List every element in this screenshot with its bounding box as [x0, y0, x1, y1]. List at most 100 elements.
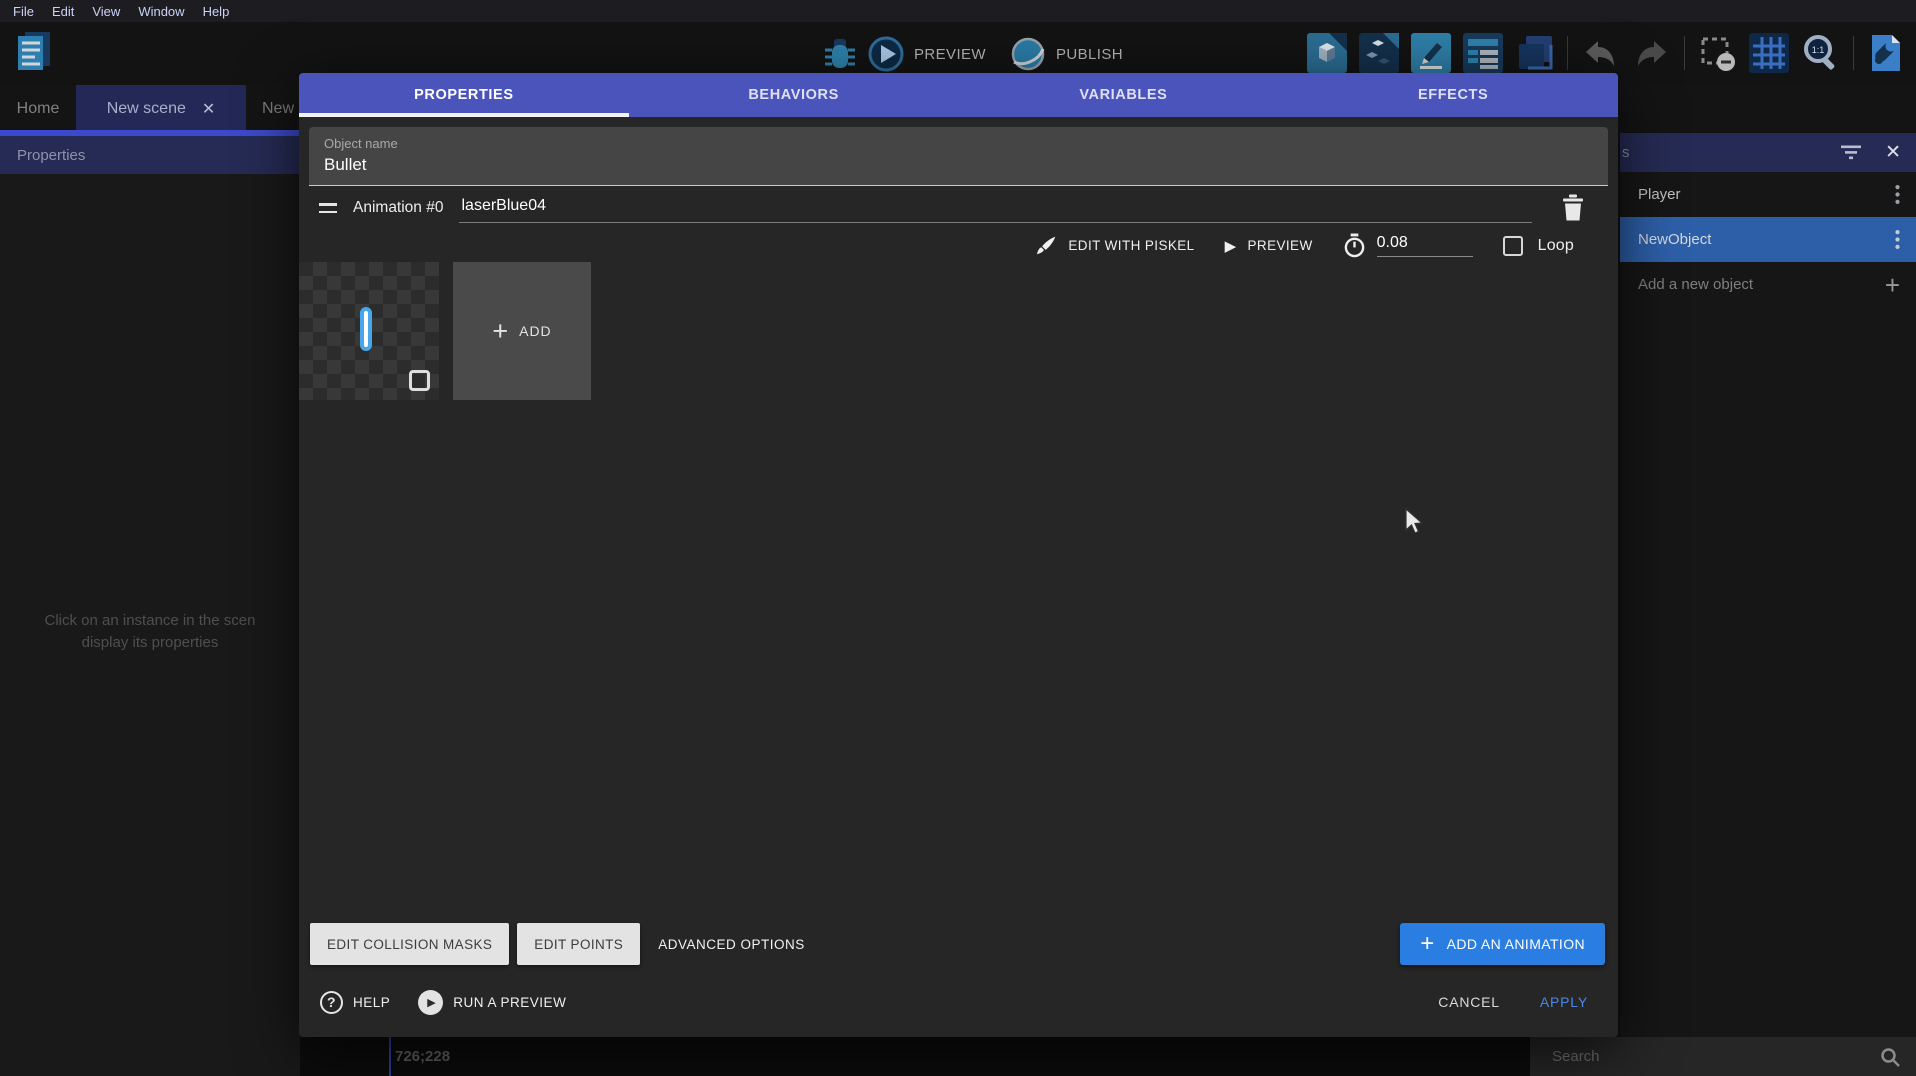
- edit-with-piskel-button[interactable]: EDIT WITH PISKEL: [1036, 235, 1194, 256]
- row-menu-icon[interactable]: [1895, 230, 1900, 249]
- close-tab-icon[interactable]: ✕: [202, 99, 215, 119]
- object-editor-dialog: PROPERTIES BEHAVIORS VARIABLES EFFECTS O…: [299, 73, 1618, 1037]
- add-frame-button[interactable]: + ADD: [453, 262, 591, 400]
- menu-help[interactable]: Help: [194, 4, 239, 19]
- run-a-preview-button[interactable]: ▶ RUN A PREVIEW: [418, 990, 566, 1015]
- object-label: Player: [1638, 186, 1681, 203]
- help-button[interactable]: ? HELP: [320, 991, 390, 1014]
- project-manager-icon[interactable]: [16, 30, 52, 74]
- animation-name-input[interactable]: [459, 197, 1532, 223]
- objects-list-icon[interactable]: [1463, 33, 1503, 73]
- advanced-options-button[interactable]: ADVANCED OPTIONS: [658, 937, 805, 952]
- object-name-field: Object name: [309, 127, 1608, 186]
- add-object-label: Add a new object: [1638, 276, 1753, 293]
- frames-row: + ADD: [299, 262, 1618, 400]
- edit-points-button[interactable]: EDIT POINTS: [517, 923, 640, 965]
- time-between-frames-input[interactable]: [1377, 234, 1473, 257]
- object-name-input[interactable]: [324, 155, 1593, 175]
- edit-pencil-icon[interactable]: [1411, 33, 1451, 73]
- add-frame-label: ADD: [519, 323, 552, 339]
- undo-icon[interactable]: [1580, 33, 1620, 73]
- stopwatch-icon: [1343, 233, 1366, 258]
- search-bar: [1530, 1037, 1916, 1076]
- plus-icon: +: [1420, 932, 1434, 956]
- redo-icon[interactable]: [1632, 33, 1672, 73]
- cursor-coordinates: 726;228: [395, 1037, 450, 1076]
- mask-toggle-icon[interactable]: [1697, 33, 1737, 73]
- object-row-player[interactable]: Player: [1620, 172, 1916, 217]
- properties-hint: Click on an instance in the scen display…: [0, 610, 300, 654]
- sprite-frame-thumbnail[interactable]: [299, 262, 439, 400]
- loop-label: Loop: [1538, 237, 1574, 255]
- menu-file[interactable]: File: [4, 4, 43, 19]
- zoom-1-1-icon[interactable]: 1:1: [1801, 33, 1841, 73]
- play-icon: ▶: [1225, 237, 1237, 255]
- apply-button[interactable]: APPLY: [1540, 994, 1588, 1010]
- loop-toggle: Loop: [1503, 236, 1574, 256]
- object-row-newobject[interactable]: NewObject: [1620, 217, 1916, 262]
- mouse-cursor: [1404, 508, 1424, 536]
- menu-bar: File Edit View Window Help: [0, 0, 1916, 22]
- objects-panel-header: s ✕: [1620, 133, 1916, 172]
- menu-edit[interactable]: Edit: [43, 4, 83, 19]
- frame-select-checkbox[interactable]: [409, 370, 430, 391]
- properties-panel-header: Properties: [0, 136, 300, 174]
- filter-icon[interactable]: [1841, 145, 1861, 160]
- tab-variables[interactable]: VARIABLES: [959, 73, 1289, 117]
- toolbar-separator: [1853, 36, 1854, 70]
- tab-new-hidden[interactable]: New: [246, 85, 294, 132]
- layers-icon[interactable]: [1515, 33, 1555, 73]
- preview-play-icon[interactable]: [868, 36, 904, 72]
- search-icon[interactable]: [1880, 1047, 1900, 1067]
- tab-new-scene-label: New scene: [107, 100, 186, 118]
- delete-animation-icon[interactable]: [1562, 194, 1584, 221]
- properties-panel: Click on an instance in the scen display…: [0, 174, 300, 1076]
- add-new-object-row[interactable]: Add a new object +: [1620, 262, 1916, 307]
- row-menu-icon[interactable]: [1895, 185, 1900, 204]
- drag-handle-icon[interactable]: [319, 203, 337, 213]
- plus-icon: +: [492, 318, 508, 345]
- brush-icon: [1036, 235, 1057, 256]
- tab-effects[interactable]: EFFECTS: [1288, 73, 1618, 117]
- add-an-animation-button[interactable]: + ADD AN ANIMATION: [1400, 923, 1605, 965]
- toolbar-separator: [1684, 36, 1685, 70]
- dialog-tab-bar: PROPERTIES BEHAVIORS VARIABLES EFFECTS: [299, 73, 1618, 117]
- loop-checkbox[interactable]: [1503, 236, 1523, 256]
- debug-icon[interactable]: [822, 35, 858, 73]
- preview-animation-button[interactable]: ▶ PREVIEW: [1225, 237, 1313, 255]
- menu-view[interactable]: View: [83, 4, 129, 19]
- svg-text:1:1: 1:1: [1812, 45, 1825, 55]
- menu-window[interactable]: Window: [129, 4, 193, 19]
- search-input[interactable]: [1552, 1048, 1880, 1065]
- help-icon: ?: [320, 991, 343, 1014]
- publish-button[interactable]: PUBLISH: [1056, 46, 1123, 63]
- object-label: NewObject: [1638, 231, 1711, 248]
- cancel-button[interactable]: CANCEL: [1438, 994, 1500, 1010]
- tab-behaviors[interactable]: BEHAVIORS: [629, 73, 959, 117]
- tab-properties[interactable]: PROPERTIES: [299, 73, 629, 117]
- preview-button[interactable]: PREVIEW: [914, 46, 986, 63]
- animation-title: Animation #0: [353, 199, 443, 223]
- canvas-edge-line: [389, 1037, 391, 1076]
- scene-status-bar: 726;228: [300, 1037, 1530, 1076]
- toolbar-separator: [1567, 36, 1568, 70]
- edit-collision-masks-button[interactable]: EDIT COLLISION MASKS: [310, 923, 509, 965]
- animation-actions-row: EDIT COLLISION MASKS EDIT POINTS ADVANCE…: [310, 923, 1605, 965]
- plus-icon[interactable]: +: [1885, 272, 1900, 298]
- objects-group-icon[interactable]: [1359, 33, 1399, 73]
- object-icon[interactable]: [1307, 33, 1347, 73]
- publish-globe-icon[interactable]: [1010, 36, 1046, 72]
- laser-sprite: [360, 307, 372, 351]
- animation-controls-row: EDIT WITH PISKEL ▶ PREVIEW Loop: [299, 233, 1574, 258]
- object-name-label: Object name: [324, 136, 1593, 151]
- objects-panel-title-fragment: s: [1622, 144, 1817, 161]
- animation-header-row: Animation #0: [319, 194, 1584, 223]
- project-settings-icon[interactable]: [1866, 33, 1906, 73]
- tab-home-label: Home: [17, 100, 60, 118]
- tab-new-scene[interactable]: New scene ✕: [76, 85, 246, 132]
- tab-home[interactable]: Home: [0, 85, 76, 132]
- grid-icon[interactable]: [1749, 33, 1789, 73]
- tab-new-label: New: [262, 100, 294, 118]
- objects-panel: s ✕ Player NewObject Add a new object: [1620, 133, 1916, 1037]
- close-panel-icon[interactable]: ✕: [1885, 141, 1901, 164]
